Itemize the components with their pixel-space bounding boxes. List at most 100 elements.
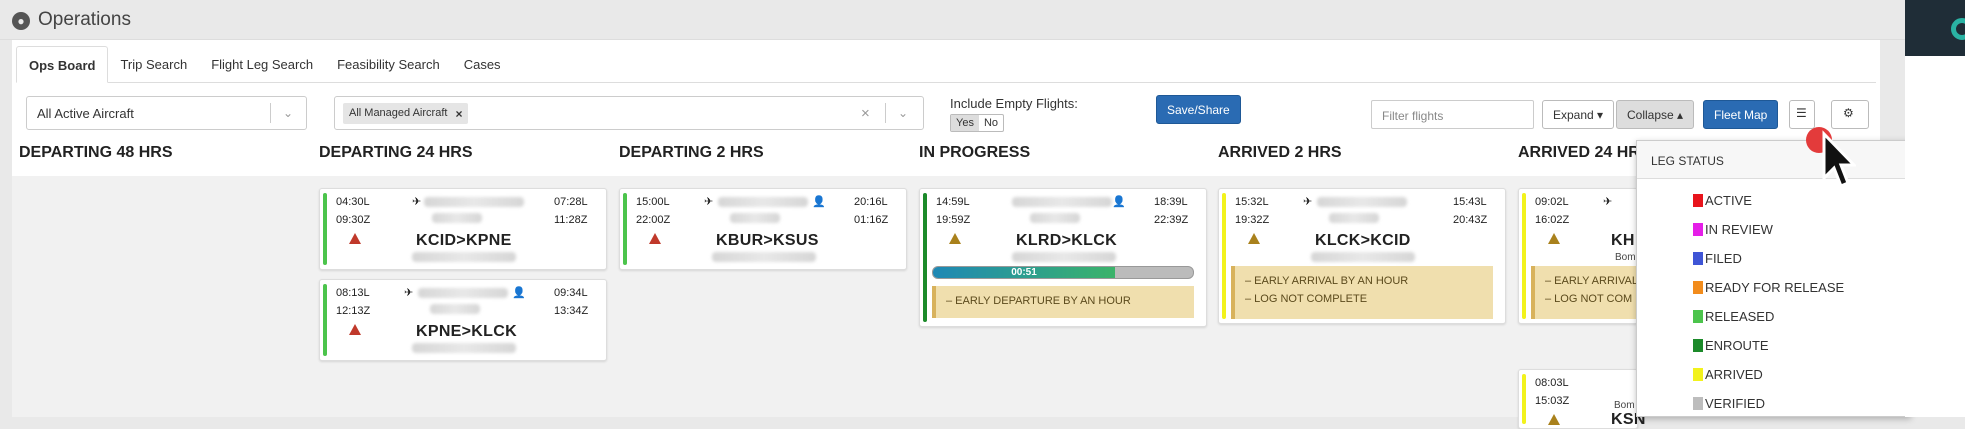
tail-number-redacted [1012, 197, 1112, 207]
aircraft-icon: ✈ [404, 287, 414, 299]
save-share-button[interactable]: Save/Share [1156, 95, 1241, 124]
leg-status-popup: LEG STATUS ACTIVE IN REVIEW FILED READY … [1636, 140, 1911, 417]
customer-partial: Bom [1615, 252, 1636, 263]
leg-status-filed[interactable]: FILED [1693, 251, 1742, 266]
arr-local-time: 07:28L [554, 196, 588, 208]
column-in-progress: IN PROGRESS [919, 144, 1031, 161]
warning-icon [1248, 233, 1260, 244]
crew-redacted [432, 213, 482, 223]
include-empty-toggle: Yes No [950, 114, 1005, 132]
flight-card[interactable]: 09:02L 16:02Z ✈ KH Bom – EARLY ARRIVAL –… [1518, 188, 1639, 324]
chip-label: All Managed Aircraft [349, 107, 448, 119]
flight-card[interactable]: 08:03L 15:03Z KSN [1518, 369, 1645, 429]
leg-status-header: LEG STATUS [1637, 141, 1910, 179]
tab-ops-board[interactable]: Ops Board [16, 46, 109, 83]
status-label: READY FOR RELEASE [1705, 280, 1845, 295]
leg-status-enroute[interactable]: ENROUTE [1693, 338, 1769, 353]
dep-zulu-time: 16:02Z [1535, 214, 1570, 226]
leg-status-arrived[interactable]: ARRIVED [1693, 367, 1763, 382]
mouse-cursor-icon [1822, 130, 1856, 188]
aircraft-select-value: All Active Aircraft [37, 106, 134, 121]
arr-zulu-time: 01:16Z [854, 214, 889, 226]
leg-status-verified[interactable]: VERIFIED [1693, 396, 1765, 411]
arr-zulu-time: 22:39Z [1154, 214, 1189, 226]
include-empty-label: Include Empty Flights: [950, 96, 1078, 111]
filter-flights-input[interactable]: Filter flights [1371, 100, 1534, 129]
collapse-label: Collapse [1627, 108, 1674, 122]
leg-status-active[interactable]: ACTIVE [1693, 193, 1752, 208]
tail-number-redacted [718, 197, 808, 207]
managed-aircraft-select[interactable]: All Managed Aircraft × × ⌄ [334, 96, 924, 130]
tab-bar: Ops Board Trip Search Flight Leg Search … [16, 46, 1876, 83]
crew-redacted [1329, 213, 1379, 223]
note-text: – LOG NOT COM [1545, 293, 1633, 305]
yes-option[interactable]: Yes [951, 115, 979, 131]
warning-icon [949, 233, 961, 244]
tab-feasibility-search[interactable]: Feasibility Search [325, 46, 452, 83]
crew-icon: 👤 [1112, 196, 1126, 208]
tab-cases[interactable]: Cases [452, 46, 513, 83]
customer-redacted [412, 343, 516, 353]
aircraft-select[interactable]: All Active Aircraft ⌄ [26, 96, 307, 130]
note-text: – LOG NOT COMPLETE [1245, 293, 1368, 305]
aircraft-icon: ✈ [1603, 196, 1613, 208]
managed-aircraft-chip: All Managed Aircraft × [343, 103, 469, 124]
note-text: – EARLY DEPARTURE BY AN HOUR [946, 295, 1131, 307]
collapse-button[interactable]: Collapse ▴ [1616, 100, 1695, 129]
warning-icon [1548, 233, 1560, 244]
status-swatch [1693, 397, 1703, 410]
status-label: FILED [1705, 251, 1742, 266]
leg-status-ready-for-release[interactable]: READY FOR RELEASE [1693, 280, 1844, 295]
dep-local-time: 09:02L [1535, 196, 1569, 208]
customer-redacted [412, 252, 516, 262]
warning-icon [649, 233, 661, 244]
aircraft-icon: ✈ [704, 196, 714, 208]
flight-notes: – EARLY DEPARTURE BY AN HOUR [932, 286, 1194, 318]
status-swatch [1693, 194, 1703, 207]
warning-icon [349, 324, 361, 335]
flight-card[interactable]: 08:13L 12:13Z 09:34L 13:34Z ✈ 👤 KPNE>KLC… [319, 279, 607, 361]
arr-local-time: 09:34L [554, 287, 588, 299]
flight-card[interactable]: 04:30L 09:30Z 07:28L 11:28Z ✈ KCID>KPNE [319, 188, 607, 270]
leg-status-in-review[interactable]: IN REVIEW [1693, 222, 1773, 237]
dep-local-time: 14:59L [936, 196, 970, 208]
route: KH [1611, 232, 1635, 249]
tail-number-redacted [418, 288, 508, 298]
flight-card[interactable]: 15:00L 22:00Z 20:16L 01:16Z ✈ 👤 KBUR>KSU… [619, 188, 907, 270]
page-title: Operations [38, 9, 131, 30]
status-bar [1522, 193, 1526, 319]
dep-local-time: 15:32L [1235, 196, 1269, 208]
arr-zulu-time: 20:43Z [1453, 214, 1488, 226]
flight-card[interactable]: 14:59L 19:59Z 18:39L 22:39Z 👤 KLRD>KLCK … [919, 188, 1207, 327]
dep-local-time: 15:00L [636, 196, 670, 208]
crew-icon: 👤 [812, 196, 826, 208]
expand-button[interactable]: Expand ▾ [1542, 100, 1615, 129]
dep-zulu-time: 22:00Z [636, 214, 671, 226]
note-text: – EARLY ARRIVAL [1545, 275, 1638, 287]
customer-partial: Bom [1614, 400, 1635, 411]
status-swatch [1693, 368, 1703, 381]
chevron-down-icon[interactable]: ⌄ [283, 106, 293, 120]
arr-local-time: 15:43L [1453, 196, 1487, 208]
dep-zulu-time: 19:32Z [1235, 214, 1270, 226]
status-bar [923, 193, 927, 322]
no-option[interactable]: No [979, 115, 1003, 131]
tab-flight-leg-search[interactable]: Flight Leg Search [199, 46, 325, 83]
tab-trip-search[interactable]: Trip Search [108, 46, 199, 83]
chip-remove-icon[interactable]: × [455, 107, 462, 121]
title-bar: ● Operations [0, 0, 1905, 40]
column-departing-48: DEPARTING 48 HRS [19, 144, 173, 161]
status-swatch [1693, 252, 1703, 265]
status-swatch [1693, 223, 1703, 236]
flight-card[interactable]: 15:32L 19:32Z 15:43L 20:43Z ✈ KLCK>KCID … [1218, 188, 1506, 324]
status-bar [323, 193, 327, 265]
select-divider [270, 103, 271, 123]
leg-status-released[interactable]: RELEASED [1693, 309, 1774, 324]
chevron-down-icon[interactable]: ⌄ [898, 106, 908, 120]
clear-icon[interactable]: × [861, 105, 870, 122]
status-bar [323, 284, 327, 356]
dep-zulu-time: 15:03Z [1535, 395, 1570, 407]
fleet-map-button[interactable]: Fleet Map [1703, 100, 1779, 129]
status-label: ACTIVE [1705, 193, 1752, 208]
column-arrived-24: ARRIVED 24 HRS [1518, 144, 1651, 161]
